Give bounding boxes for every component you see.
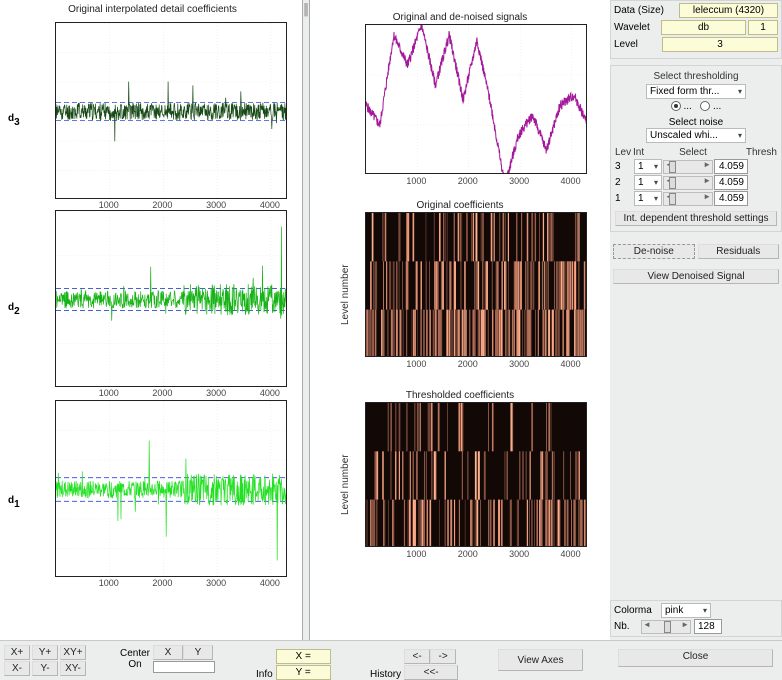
left-main-title: Original interpolated detail coefficient… [0, 4, 305, 15]
d2-label: d2 [8, 297, 20, 317]
int-select-2[interactable]: 1▾ [634, 175, 662, 190]
signals-panel: Original and de-noised signals 200300400… [310, 0, 610, 640]
radio-2[interactable] [700, 101, 710, 111]
level-label: Level [614, 39, 659, 50]
signals-axes: 200300400500 [365, 24, 587, 174]
d2-axes: -40-2002040 [55, 210, 287, 387]
chevron-down-icon: ▾ [703, 606, 707, 615]
signals-title: Original and de-noised signals [310, 12, 610, 23]
thresh-value-3[interactable]: 4.059 [714, 159, 748, 174]
level-value[interactable]: 3 [662, 37, 778, 52]
d3-label: d3 [8, 108, 20, 128]
thresh-value-2[interactable]: 4.059 [714, 175, 748, 190]
wavelet-label: Wavelet [614, 22, 659, 33]
int-dependent-button[interactable]: Int. dependent threshold settings [615, 211, 777, 226]
colormap-select[interactable]: pink▾ [661, 603, 711, 618]
d1-axes: -30-20-100102030 [55, 400, 287, 577]
radio-1[interactable] [671, 101, 681, 111]
colormap-label: Colorma [614, 605, 658, 616]
wavelet-family[interactable]: db [661, 20, 746, 35]
thrcoef-axes: 123 [365, 402, 587, 547]
residuals-button[interactable]: Residuals [698, 244, 780, 259]
noise-select[interactable]: Unscaled whi...▾ [646, 128, 746, 143]
info-label: Info [256, 669, 273, 680]
origcoef-ylabel: Level number [340, 264, 351, 325]
nb-value[interactable]: 128 [694, 619, 722, 634]
noise-title: Select noise [615, 117, 777, 128]
history-rewind[interactable]: <<- [404, 665, 458, 680]
history-fwd[interactable]: -> [430, 649, 456, 664]
zoom-y-minus[interactable]: Y- [32, 661, 58, 676]
origcoef-axes: 123 [365, 212, 587, 357]
row-lev: 2 [615, 177, 633, 188]
close-button[interactable]: Close [618, 649, 773, 667]
info-y[interactable]: Y = [276, 665, 331, 680]
history-label: History [370, 669, 401, 680]
center-y[interactable]: Y [183, 645, 213, 660]
zoom-x-plus[interactable]: X+ [4, 645, 30, 660]
zoom-xy-plus[interactable]: XY+ [60, 645, 86, 660]
int-select-1[interactable]: 1▾ [634, 191, 662, 206]
center-x[interactable]: X [153, 645, 183, 660]
nb-label: Nb. [614, 621, 638, 632]
hdr-thresh: Thresh [723, 147, 777, 158]
denoise-button[interactable]: De-noise [613, 244, 695, 259]
hdr-int: Int [633, 147, 663, 158]
history-back[interactable]: <- [404, 649, 430, 664]
thresholding-title: Select thresholding [615, 71, 777, 82]
thresh-slider-2[interactable] [663, 176, 713, 190]
info-x[interactable]: X = [276, 649, 331, 664]
chevron-down-icon: ▾ [738, 131, 742, 140]
thresh-slider-1[interactable] [663, 192, 713, 206]
thresh-value-1[interactable]: 4.059 [714, 191, 748, 206]
threshold-select[interactable]: Fixed form thr...▾ [646, 84, 746, 99]
wavelet-order[interactable]: 1 [748, 20, 778, 35]
thrcoef-title: Thresholded coefficients [310, 390, 610, 401]
thresh-slider-3[interactable] [663, 160, 713, 174]
data-value: leleccum (4320) [679, 3, 778, 18]
zoom-y-plus[interactable]: Y+ [32, 645, 58, 660]
row-lev: 3 [615, 161, 633, 172]
origcoef-title: Original coefficients [310, 200, 610, 211]
detail-coeff-panel: Original interpolated detail coefficient… [0, 0, 305, 640]
row-lev: 1 [615, 193, 633, 204]
view-denoised-button[interactable]: View Denoised Signal [613, 269, 779, 284]
hdr-lev: Lev [615, 147, 633, 158]
hdr-select: Select [663, 147, 723, 158]
bottom-toolbar: X+ Y+ XY+ X- Y- XY- Center On XY Info X … [0, 640, 782, 680]
nb-slider[interactable] [641, 620, 691, 634]
controls-panel: Data (Size) leleccum (4320) Wavelet db 1… [610, 0, 782, 640]
zoom-xy-minus[interactable]: XY- [60, 661, 86, 676]
view-axes-button[interactable]: View Axes [498, 649, 583, 671]
chevron-down-icon: ▾ [738, 87, 742, 96]
d1-label: d1 [8, 490, 20, 510]
thrcoef-ylabel: Level number [340, 454, 351, 515]
data-label: Data (Size) [614, 5, 676, 16]
d3-axes: -60-40-200204060 [55, 22, 287, 199]
on-label: On [120, 659, 150, 670]
column-divider[interactable]: ║ [302, 0, 310, 640]
int-select-3[interactable]: 1▾ [634, 159, 662, 174]
center-label: Center [120, 648, 150, 659]
zoom-x-minus[interactable]: X- [4, 661, 30, 676]
center-field[interactable] [153, 661, 215, 673]
